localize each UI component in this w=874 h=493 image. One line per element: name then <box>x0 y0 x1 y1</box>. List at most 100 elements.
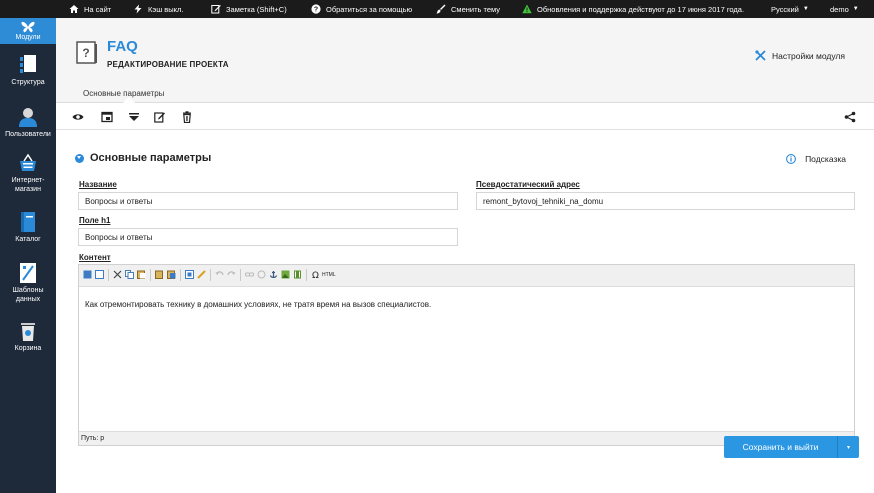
top-bar: На сайт Кэш выкл. Заметка (Shift+C) ? Об… <box>0 0 874 18</box>
chevron-down-icon: ▼ <box>802 6 809 12</box>
edit-note-icon <box>211 5 221 14</box>
warning-icon <box>522 4 532 14</box>
sidebar-item-label: Модули <box>15 34 41 41</box>
sidebar: Модули Структура Пользователи Интернет- … <box>0 18 56 493</box>
clean-format-icon[interactable] <box>197 270 206 279</box>
home-icon <box>69 5 79 13</box>
section-header[interactable]: Основные параметры <box>75 152 211 164</box>
tools-icon <box>755 50 766 61</box>
paste-word-icon[interactable] <box>167 270 176 279</box>
sidebar-item-label: Пользователи <box>5 131 51 138</box>
copy-icon[interactable] <box>125 270 134 279</box>
sidebar-item-trash[interactable]: Корзина <box>0 320 56 353</box>
updates-notice[interactable]: Обновления и поддержка действуют до 17 и… <box>522 0 744 18</box>
to-site-label: На сайт <box>84 4 112 14</box>
help-label: Обратиться за помощью <box>326 4 413 14</box>
name-input[interactable] <box>78 192 458 210</box>
content-editor[interactable]: Ω HTML Как отремонтировать технику в дом… <box>78 264 855 446</box>
paste-text-icon[interactable] <box>155 270 164 279</box>
sidebar-item-shop[interactable]: Интернет- магазин <box>0 152 56 194</box>
alias-label: Псевдостатический адрес <box>476 180 580 189</box>
page-title: FAQ <box>107 38 138 55</box>
sidebar-item-label: Корзина <box>14 345 42 352</box>
page-header: ? FAQ РЕДАКТИРОВАНИЕ ПРОЕКТА Настройки м… <box>56 18 874 83</box>
sidebar-item-users[interactable]: Пользователи <box>0 106 56 139</box>
eye-icon[interactable] <box>72 111 84 123</box>
window-open-icon[interactable] <box>101 111 113 123</box>
hint-button[interactable]: Подсказка <box>786 154 846 164</box>
user-icon <box>19 108 37 127</box>
section-title: Основные параметры <box>90 152 212 164</box>
redo-icon[interactable] <box>227 270 236 279</box>
cut-icon[interactable] <box>113 270 122 279</box>
sidebar-item-structure[interactable]: Структура <box>0 54 56 87</box>
sidebar-item-label: Шаблоны данных <box>12 287 44 303</box>
svg-text:Ω: Ω <box>312 271 319 279</box>
theme-button[interactable]: Сменить тему <box>436 0 500 18</box>
name-label: Название <box>79 180 117 189</box>
toolbar-separator <box>240 269 241 281</box>
butterfly-icon <box>21 21 35 33</box>
sidebar-item-label: Интернет- магазин <box>11 177 45 193</box>
updates-label: Обновления и поддержка действуют до 17 и… <box>537 4 745 14</box>
unlink-icon[interactable] <box>257 270 266 279</box>
share-icon[interactable] <box>844 111 856 123</box>
dropdown-arrow-icon[interactable] <box>128 111 140 123</box>
tab-strip: Основные параметры <box>56 83 874 103</box>
sidebar-item-catalog[interactable]: Каталог <box>0 211 56 244</box>
editor-toolbar: Ω HTML <box>79 265 854 287</box>
brush-icon <box>436 4 446 14</box>
to-site-link[interactable]: На сайт <box>69 0 111 18</box>
special-char-icon[interactable]: Ω <box>311 270 320 279</box>
find-replace-icon[interactable] <box>83 270 92 279</box>
module-settings-label: Настройки модуля <box>771 50 845 61</box>
toolbar-separator <box>306 269 307 281</box>
help-button[interactable]: ? Обратиться за помощью <box>311 0 412 18</box>
catalog-book-icon <box>21 212 35 232</box>
toolbar-separator <box>150 269 151 281</box>
note-label: Заметка (Shift+C) <box>226 4 287 14</box>
sidebar-item-label: Каталог <box>15 236 41 243</box>
trash-icon[interactable] <box>181 111 193 123</box>
user-menu[interactable]: demo ▼ <box>830 0 859 18</box>
save-and-exit-button[interactable]: Сохранить и выйти ▾ <box>724 436 859 458</box>
toolbar-separator <box>180 269 181 281</box>
anchor-icon[interactable] <box>269 270 278 279</box>
template-icon <box>20 263 36 283</box>
save-options-toggle[interactable]: ▾ <box>837 436 859 458</box>
info-icon <box>786 154 797 164</box>
language-label: Русский <box>771 4 799 14</box>
sidebar-item-templates[interactable]: Шаблоны данных <box>0 262 56 304</box>
content-label: Контент <box>79 253 111 262</box>
module-settings-button[interactable]: Настройки модуля <box>755 50 845 61</box>
lightning-icon <box>134 4 142 14</box>
edit-icon[interactable] <box>154 111 166 123</box>
fullscreen-icon[interactable] <box>95 270 104 279</box>
sidebar-item-modules[interactable]: Модули <box>0 18 56 44</box>
media-icon[interactable] <box>293 270 302 279</box>
user-label: demo <box>830 4 849 14</box>
h1-input[interactable] <box>78 228 458 246</box>
image-icon[interactable] <box>281 270 290 279</box>
alias-input[interactable] <box>476 192 855 210</box>
paste-icon[interactable] <box>137 270 146 279</box>
sidebar-item-label: Структура <box>11 79 45 86</box>
action-toolbar <box>56 103 874 130</box>
editor-content[interactable]: Как отремонтировать технику в домашних у… <box>85 300 431 309</box>
trash-bin-icon <box>21 323 35 341</box>
link-icon[interactable] <box>245 270 254 279</box>
note-button[interactable]: Заметка (Shift+C) <box>211 0 287 18</box>
shopping-basket-icon <box>20 153 36 171</box>
cache-toggle[interactable]: Кэш выкл. <box>133 0 184 18</box>
undo-icon[interactable] <box>215 270 224 279</box>
toolbar-separator <box>210 269 211 281</box>
theme-label: Сменить тему <box>451 4 501 14</box>
html-source-button[interactable]: HTML <box>322 272 336 278</box>
save-label: Сохранить и выйти <box>742 442 819 452</box>
hint-label: Подсказка <box>805 154 846 164</box>
select-all-icon[interactable] <box>185 270 194 279</box>
toolbar-separator <box>108 269 109 281</box>
language-select[interactable]: Русский ▼ <box>771 0 809 18</box>
page-subtitle: РЕДАКТИРОВАНИЕ ПРОЕКТА <box>107 60 229 69</box>
svg-text:?: ? <box>82 46 89 60</box>
